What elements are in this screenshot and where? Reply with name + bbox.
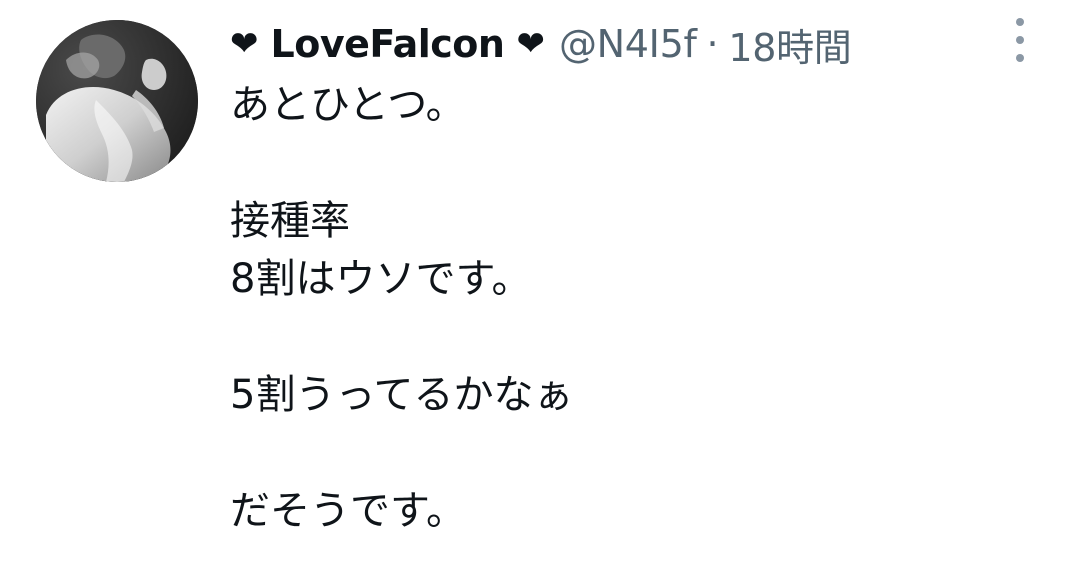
heart-icon: ❤ bbox=[230, 24, 259, 64]
heart-icon: ❤ bbox=[516, 24, 545, 64]
more-dot bbox=[1016, 36, 1024, 44]
tweet-text: あとひとつ。 接種率 8割はウソです。 5割うってるかなぁ だそうです。 bbox=[230, 76, 1050, 540]
tweet-header: ❤ LoveFalcon ❤ @N4I5f · 18時間 bbox=[230, 17, 852, 72]
separator-dot: · bbox=[706, 22, 719, 66]
tweet[interactable]: ❤ LoveFalcon ❤ @N4I5f · 18時間 あとひとつ。 接種率 … bbox=[0, 0, 1080, 576]
timestamp[interactable]: 18時間 bbox=[728, 17, 851, 72]
tweet-text-line bbox=[230, 134, 1050, 192]
avatar[interactable] bbox=[36, 20, 198, 182]
tweet-text-line: 5割うってるかなぁ bbox=[230, 372, 574, 418]
tweet-text-line bbox=[230, 424, 1050, 482]
more-dot bbox=[1016, 54, 1024, 62]
tweet-text-line: あとひとつ。 bbox=[230, 82, 466, 128]
avatar-image bbox=[36, 20, 198, 182]
tweet-text-line: 8割はウソです。 bbox=[230, 256, 532, 302]
user-handle[interactable]: @N4I5f bbox=[559, 22, 697, 66]
more-dot bbox=[1016, 18, 1024, 26]
display-name[interactable]: LoveFalcon bbox=[271, 22, 505, 66]
tweet-text-line bbox=[230, 308, 1050, 366]
more-vertical-icon[interactable] bbox=[1008, 18, 1032, 62]
tweet-text-line: 接種率 bbox=[230, 198, 350, 244]
tweet-text-line: だそうです。 bbox=[230, 488, 466, 534]
